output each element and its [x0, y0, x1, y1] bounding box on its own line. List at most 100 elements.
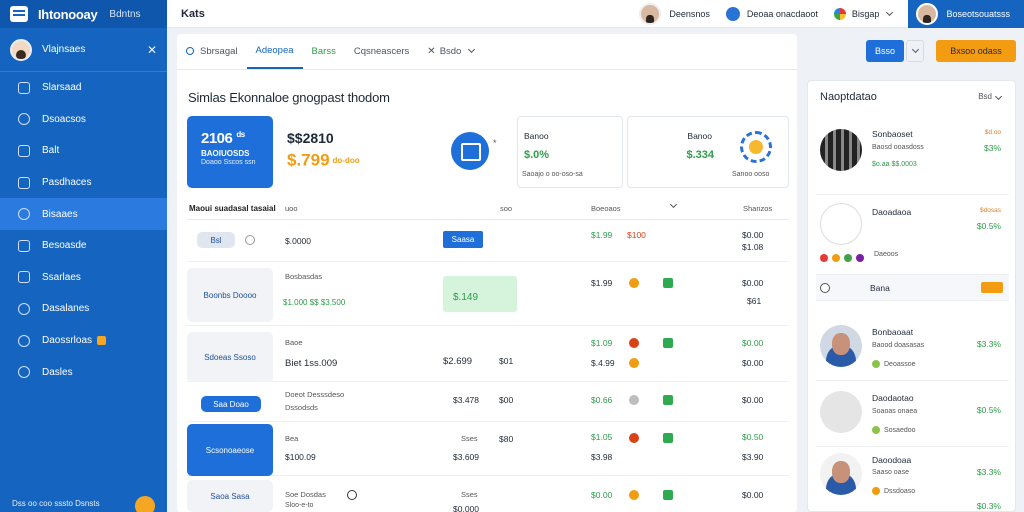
language-selector[interactable]: Bisgap — [833, 7, 894, 20]
chevron-down-icon[interactable] — [669, 200, 678, 209]
row-value: $.149 — [453, 292, 479, 303]
sidebar-item-10[interactable]: Dasles — [0, 356, 167, 388]
sidebar-item-label: Balt — [42, 145, 60, 157]
kpi-card-1[interactable]: Banoo $.0% Saoajo o oo-oso-sa — [517, 116, 623, 188]
sidebar-item-2[interactable]: Dsoacsos — [0, 104, 167, 136]
chevron-down-icon — [911, 45, 919, 54]
list-item-name: Daoadaoa — [872, 207, 912, 217]
table-row[interactable]: Scsonoaeose Bea $100.09 Sses $3.609 $80 … — [187, 424, 789, 476]
table-row[interactable]: Bsl $.0000 Saasa $1.99 $100 $0.00 $1.08 — [187, 220, 789, 262]
dropdown-button[interactable] — [906, 40, 924, 62]
tab-green[interactable]: Barss — [303, 33, 345, 69]
topbar-profile[interactable]: Boseotsouatsss — [908, 0, 1024, 28]
status-dot — [629, 490, 639, 500]
list-item[interactable]: Bonbaoaat Baood doasasas Deoassoe $3.3% — [816, 311, 1009, 381]
topbar-profile-name: Boseotsouatsss — [946, 8, 1010, 19]
tab-4[interactable]: Cqsneascers — [345, 33, 418, 69]
table-header: Maoui suadasal tasaial uoo soo Boeoaos S… — [187, 198, 789, 220]
sidebar-item-3[interactable]: Balt — [0, 135, 167, 167]
column-header[interactable]: soo — [500, 204, 512, 213]
table-row[interactable]: Saa Doao Doeot Desssdeso Dssodsds $3.478… — [187, 386, 789, 422]
kpi-card-sub: Saoajo o oo-oso-sa — [522, 171, 583, 178]
row-value: $0.00 — [591, 490, 613, 500]
main-panel: Sbrsagal Adeopea Barss Cqsneascers ✕ Bsdo… — [177, 34, 797, 512]
right-panel: Naoptdatao Bsd Sonbaoset Baosd ooasdoss … — [807, 80, 1016, 512]
list-item-line: Sosaedoo — [872, 426, 916, 434]
column-header[interactable]: Shanzos — [743, 204, 772, 213]
row-value: $3.609 — [453, 452, 479, 462]
tab-active[interactable]: Adeopea — [246, 33, 303, 69]
avatar — [916, 2, 939, 25]
avatar — [639, 2, 662, 25]
sidebar: Ihtonooay Bdntns Vlajnsaes ✕ Slarsaad Ds… — [0, 0, 167, 512]
sidebar-item-7[interactable]: Ssarlaes — [0, 262, 167, 294]
tab-overview[interactable]: Sbrsagal — [177, 33, 247, 69]
kpi-card-2[interactable]: Banoo $.334 Sanoo ooso — [627, 116, 789, 188]
row-value: $0.00 — [742, 490, 764, 500]
list-item-name: Bana — [870, 283, 890, 293]
status-badge[interactable]: Saasa — [443, 231, 483, 248]
radio-icon[interactable] — [820, 283, 830, 293]
tab-5[interactable]: ✕ Bsdo — [418, 33, 483, 69]
avatar — [820, 453, 862, 495]
row-value: $0.00 — [742, 278, 764, 288]
row-value: Soe Dosdas — [285, 490, 326, 499]
flag-icon — [663, 278, 673, 288]
primary-button[interactable]: Bsso — [866, 40, 904, 62]
sidebar-item-label: Slarsaad — [42, 82, 82, 94]
kpi-main-value: 2106 ds — [201, 130, 245, 147]
avatar[interactable] — [10, 38, 32, 61]
status-dot — [629, 395, 639, 405]
row-label[interactable]: Scsonoaeose — [187, 424, 273, 476]
list-item[interactable]: Daodaotao Soaoas onaea Sosaedoo $0.5% — [816, 381, 1009, 447]
list-item[interactable]: Sonbaoset Baosd ooasdoss $o.aa $$.0003 $… — [816, 117, 1009, 195]
sidebar-item-8[interactable]: Dasalanes — [0, 293, 167, 325]
sidebar-item-label: Dsoacsos — [42, 113, 86, 125]
sidebar-item-6[interactable]: Besoasde — [0, 230, 167, 262]
row-value: $1.000 $$ $3.500 — [283, 298, 346, 307]
sidebar-item-9[interactable]: Daossrloas — [0, 325, 167, 357]
status-dot — [629, 278, 639, 288]
close-icon[interactable]: ✕ — [147, 43, 157, 57]
row-value: Bosbasdas — [285, 272, 323, 281]
list-item[interactable]: Daoadaoa $dosas $0.5% Daeoos — [816, 195, 1009, 275]
account-icon — [725, 6, 740, 21]
topbar-user-1[interactable]: Deensnos — [639, 2, 710, 25]
list-item-sub: Baosd ooasdoss — [872, 144, 924, 151]
sidebar-item-1[interactable]: Slarsaad — [0, 72, 167, 104]
tab-label: Barss — [311, 45, 336, 57]
refresh-icon[interactable] — [245, 235, 255, 245]
row-value: Doeot Desssdeso — [285, 390, 345, 399]
column-header[interactable]: Maoui suadasal tasaial — [189, 204, 276, 213]
sidebar-item-4[interactable]: Pasdhaces — [0, 167, 167, 199]
row-value: $.0000 — [285, 236, 311, 246]
column-header[interactable]: Boeoaos — [591, 204, 621, 213]
flag-icon — [663, 395, 673, 405]
row-value: $0.00 — [742, 338, 764, 348]
help-icon[interactable] — [135, 496, 155, 512]
secondary-button[interactable]: Bxsoo odass — [936, 40, 1016, 62]
sidebar-item-5[interactable]: Bisaaes — [0, 198, 167, 230]
list-item-value: $0.5% — [976, 221, 1001, 231]
tab-label: Sbrsagal — [200, 45, 238, 57]
list-item-value: $0.5% — [976, 405, 1001, 415]
sidebar-item-label: Dasalanes — [42, 303, 90, 315]
history-icon — [18, 334, 30, 347]
row-label[interactable]: Saa Doao — [201, 396, 261, 412]
row-value: $61 — [747, 296, 762, 306]
kpi-card-sub: Sanoo ooso — [732, 171, 770, 178]
row-value: $3.98 — [591, 452, 613, 462]
table-row[interactable]: Boonbs Doooo Bosbasdas $1.000 $$ $3.500 … — [187, 266, 789, 326]
list-item[interactable]: Bana — [816, 275, 1009, 301]
row-value: $01 — [499, 356, 514, 366]
table-row[interactable]: Sdoeas Ssoso Baoe Biet 1ss.009 $2.699 $0… — [187, 330, 789, 382]
list-item[interactable]: Daoodoaa Saaso oase Dssdoaso $3.3% $0.3% — [816, 447, 1009, 511]
column-header[interactable]: uoo — [285, 204, 298, 213]
close-icon[interactable]: ✕ — [427, 46, 435, 57]
table-row[interactable]: Saoa Sasa Soe Dosdas Sloo-e-to Sses $0.0… — [187, 480, 789, 512]
list-item-value: $3% — [983, 143, 1001, 153]
panel-filter[interactable]: Bsd — [978, 92, 1003, 101]
row-value: $0.66 — [591, 395, 613, 405]
kpi-main-card[interactable]: 2106 ds BAOIUOSDS Doaoo Sscos ssn — [187, 116, 273, 188]
topbar-user-2[interactable]: Deoaa onacdaoot — [725, 6, 818, 21]
